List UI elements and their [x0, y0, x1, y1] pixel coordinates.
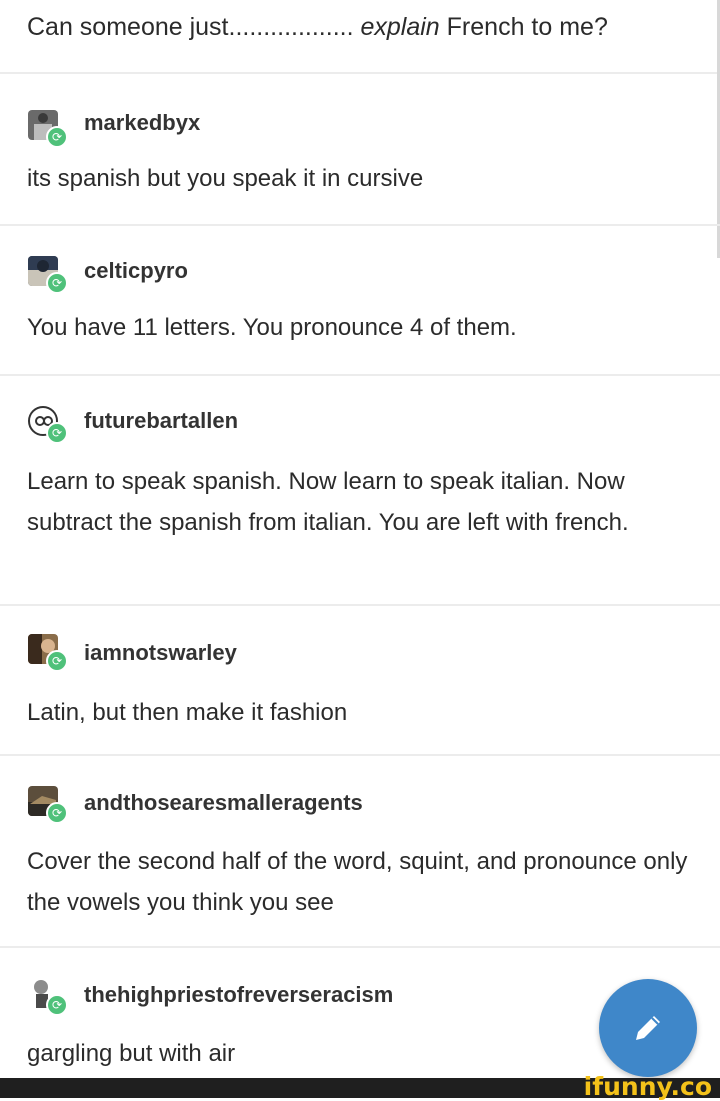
username-link[interactable]: andthosearesmalleragents	[84, 790, 363, 816]
reblog-icon: ⟳	[46, 272, 68, 294]
username-link[interactable]: markedbyx	[84, 110, 200, 136]
watermark-bar: ifunny.co	[0, 1072, 720, 1101]
post-title: Can someone just.................. expla…	[27, 13, 608, 42]
comment-text: You have 11 letters. You pronounce 4 of …	[27, 314, 517, 341]
reblog-comment: ⟳ futurebartallen Learn to speak spanish…	[0, 376, 720, 606]
post-title-emphasis: explain	[360, 13, 440, 41]
compose-button[interactable]	[599, 979, 697, 1077]
comment-text: Latin, but then make it fashion	[27, 699, 348, 726]
post-title-bar: Can someone just.................. expla…	[0, 0, 720, 74]
reblog-icon: ⟳	[46, 126, 68, 148]
user-avatar-icon[interactable]: ⟳	[24, 256, 68, 294]
username-link[interactable]: iamnotswarley	[84, 640, 237, 666]
reblog-icon: ⟳	[46, 650, 68, 672]
post-title-prefix: Can someone just..................	[27, 13, 361, 41]
username-link[interactable]: celticpyro	[84, 258, 188, 284]
user-avatar-icon[interactable]: ⟳	[24, 634, 68, 672]
user-avatar-icon[interactable]: ⟳	[24, 786, 68, 824]
user-avatar-icon[interactable]: ⟳	[24, 110, 68, 148]
pencil-icon	[636, 1016, 660, 1040]
reblog-icon: ⟳	[46, 422, 68, 444]
reblog-comment: ⟳ markedbyx its spanish but you speak it…	[0, 74, 720, 226]
username-link[interactable]: thehighpriestofreverseracism	[84, 982, 393, 1008]
user-avatar-icon[interactable]: ⟳	[24, 978, 68, 1016]
reblog-comment: ⟳ andthosearesmalleragents Cover the sec…	[0, 756, 720, 948]
reblog-comment: ⟳ iamnotswarley Latin, but then make it …	[0, 606, 720, 756]
reblog-comment: ⟳ celticpyro You have 11 letters. You pr…	[0, 226, 720, 376]
comment-text: Learn to speak spanish. Now learn to spe…	[27, 468, 629, 536]
reblog-icon: ⟳	[46, 802, 68, 824]
username-link[interactable]: futurebartallen	[84, 408, 238, 434]
comment-text: its spanish but you speak it in cursive	[27, 165, 424, 192]
reblog-icon: ⟳	[46, 994, 68, 1016]
user-avatar-icon[interactable]: ⟳	[24, 406, 68, 444]
comment-text: gargling but with air	[27, 1040, 236, 1067]
ifunny-watermark: ifunny.co	[583, 1072, 712, 1101]
post-title-suffix: French to me?	[439, 13, 608, 41]
comment-text: Cover the second half of the word, squin…	[27, 848, 688, 916]
